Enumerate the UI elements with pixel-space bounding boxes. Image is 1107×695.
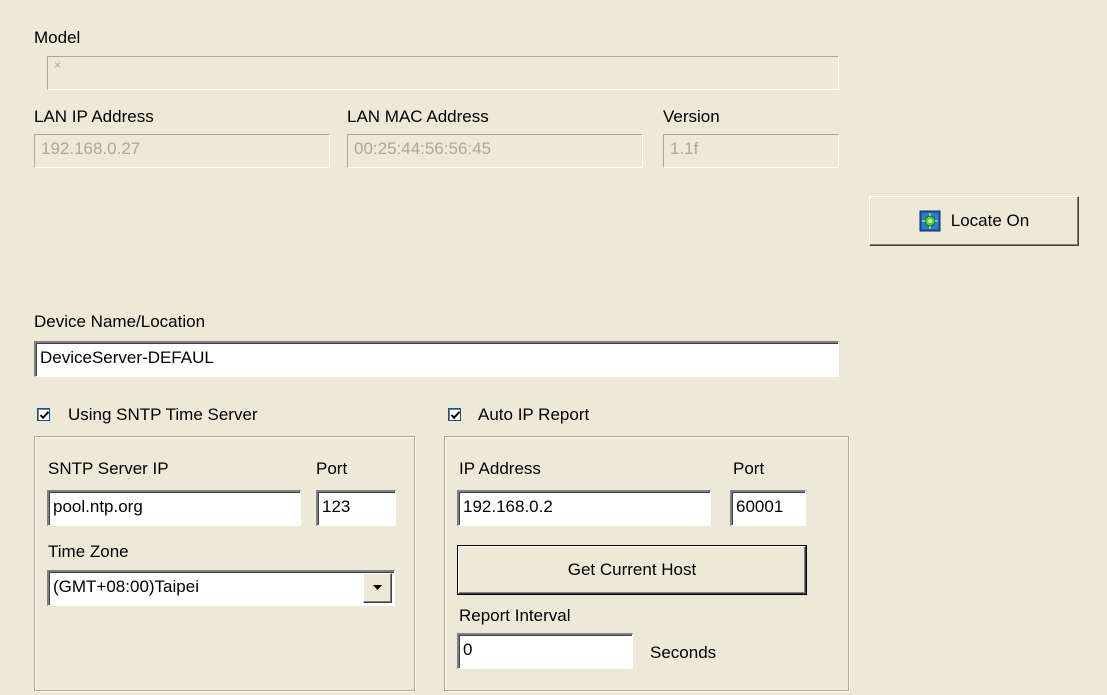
model-field: ×: [47, 56, 839, 90]
sntp-server-ip-label: SNTP Server IP: [48, 459, 169, 478]
auto-ip-address-input[interactable]: 192.168.0.2: [457, 490, 711, 526]
time-zone-select[interactable]: (GMT+08:00)Taipei: [47, 570, 395, 606]
auto-ip-address-label: IP Address: [459, 459, 541, 478]
time-zone-dropdown-button[interactable]: [363, 573, 392, 603]
sntp-port-input[interactable]: 123: [316, 490, 396, 526]
locate-on-label: Locate On: [950, 211, 1030, 230]
locate-icon: [919, 210, 941, 232]
lan-ip-label: LAN IP Address: [34, 107, 154, 126]
lan-mac-label: LAN MAC Address: [347, 107, 489, 126]
auto-ip-port-label: Port: [733, 459, 765, 478]
device-name-input[interactable]: DeviceServer-DEFAUL: [34, 341, 839, 377]
report-interval-input[interactable]: 0: [457, 633, 633, 669]
version-label: Version: [663, 107, 720, 126]
auto-ip-checkbox[interactable]: [448, 408, 461, 421]
get-current-host-button[interactable]: Get Current Host: [457, 545, 807, 595]
locate-on-button[interactable]: Locate On: [869, 196, 1079, 246]
model-label: Model: [34, 28, 81, 47]
version-field: 1.1f: [663, 134, 839, 168]
sntp-checkbox[interactable]: [37, 408, 50, 421]
sntp-checkbox-label: Using SNTP Time Server: [68, 405, 258, 424]
get-current-host-label: Get Current Host: [567, 560, 697, 579]
sntp-port-label: Port: [316, 459, 348, 478]
chevron-down-icon: [373, 585, 382, 590]
auto-ip-checkbox-label: Auto IP Report: [478, 405, 590, 424]
lan-ip-field: 192.168.0.27: [34, 134, 330, 168]
auto-ip-port-input[interactable]: 60001: [730, 490, 806, 526]
device-name-label: Device Name/Location: [34, 312, 206, 331]
sntp-server-ip-input[interactable]: pool.ntp.org: [47, 490, 301, 526]
time-zone-label: Time Zone: [48, 542, 129, 561]
report-interval-label: Report Interval: [459, 606, 571, 625]
seconds-label: Seconds: [650, 643, 717, 662]
lan-mac-field: 00:25:44:56:56:45: [347, 134, 643, 168]
time-zone-value: (GMT+08:00)Taipei: [53, 577, 199, 596]
